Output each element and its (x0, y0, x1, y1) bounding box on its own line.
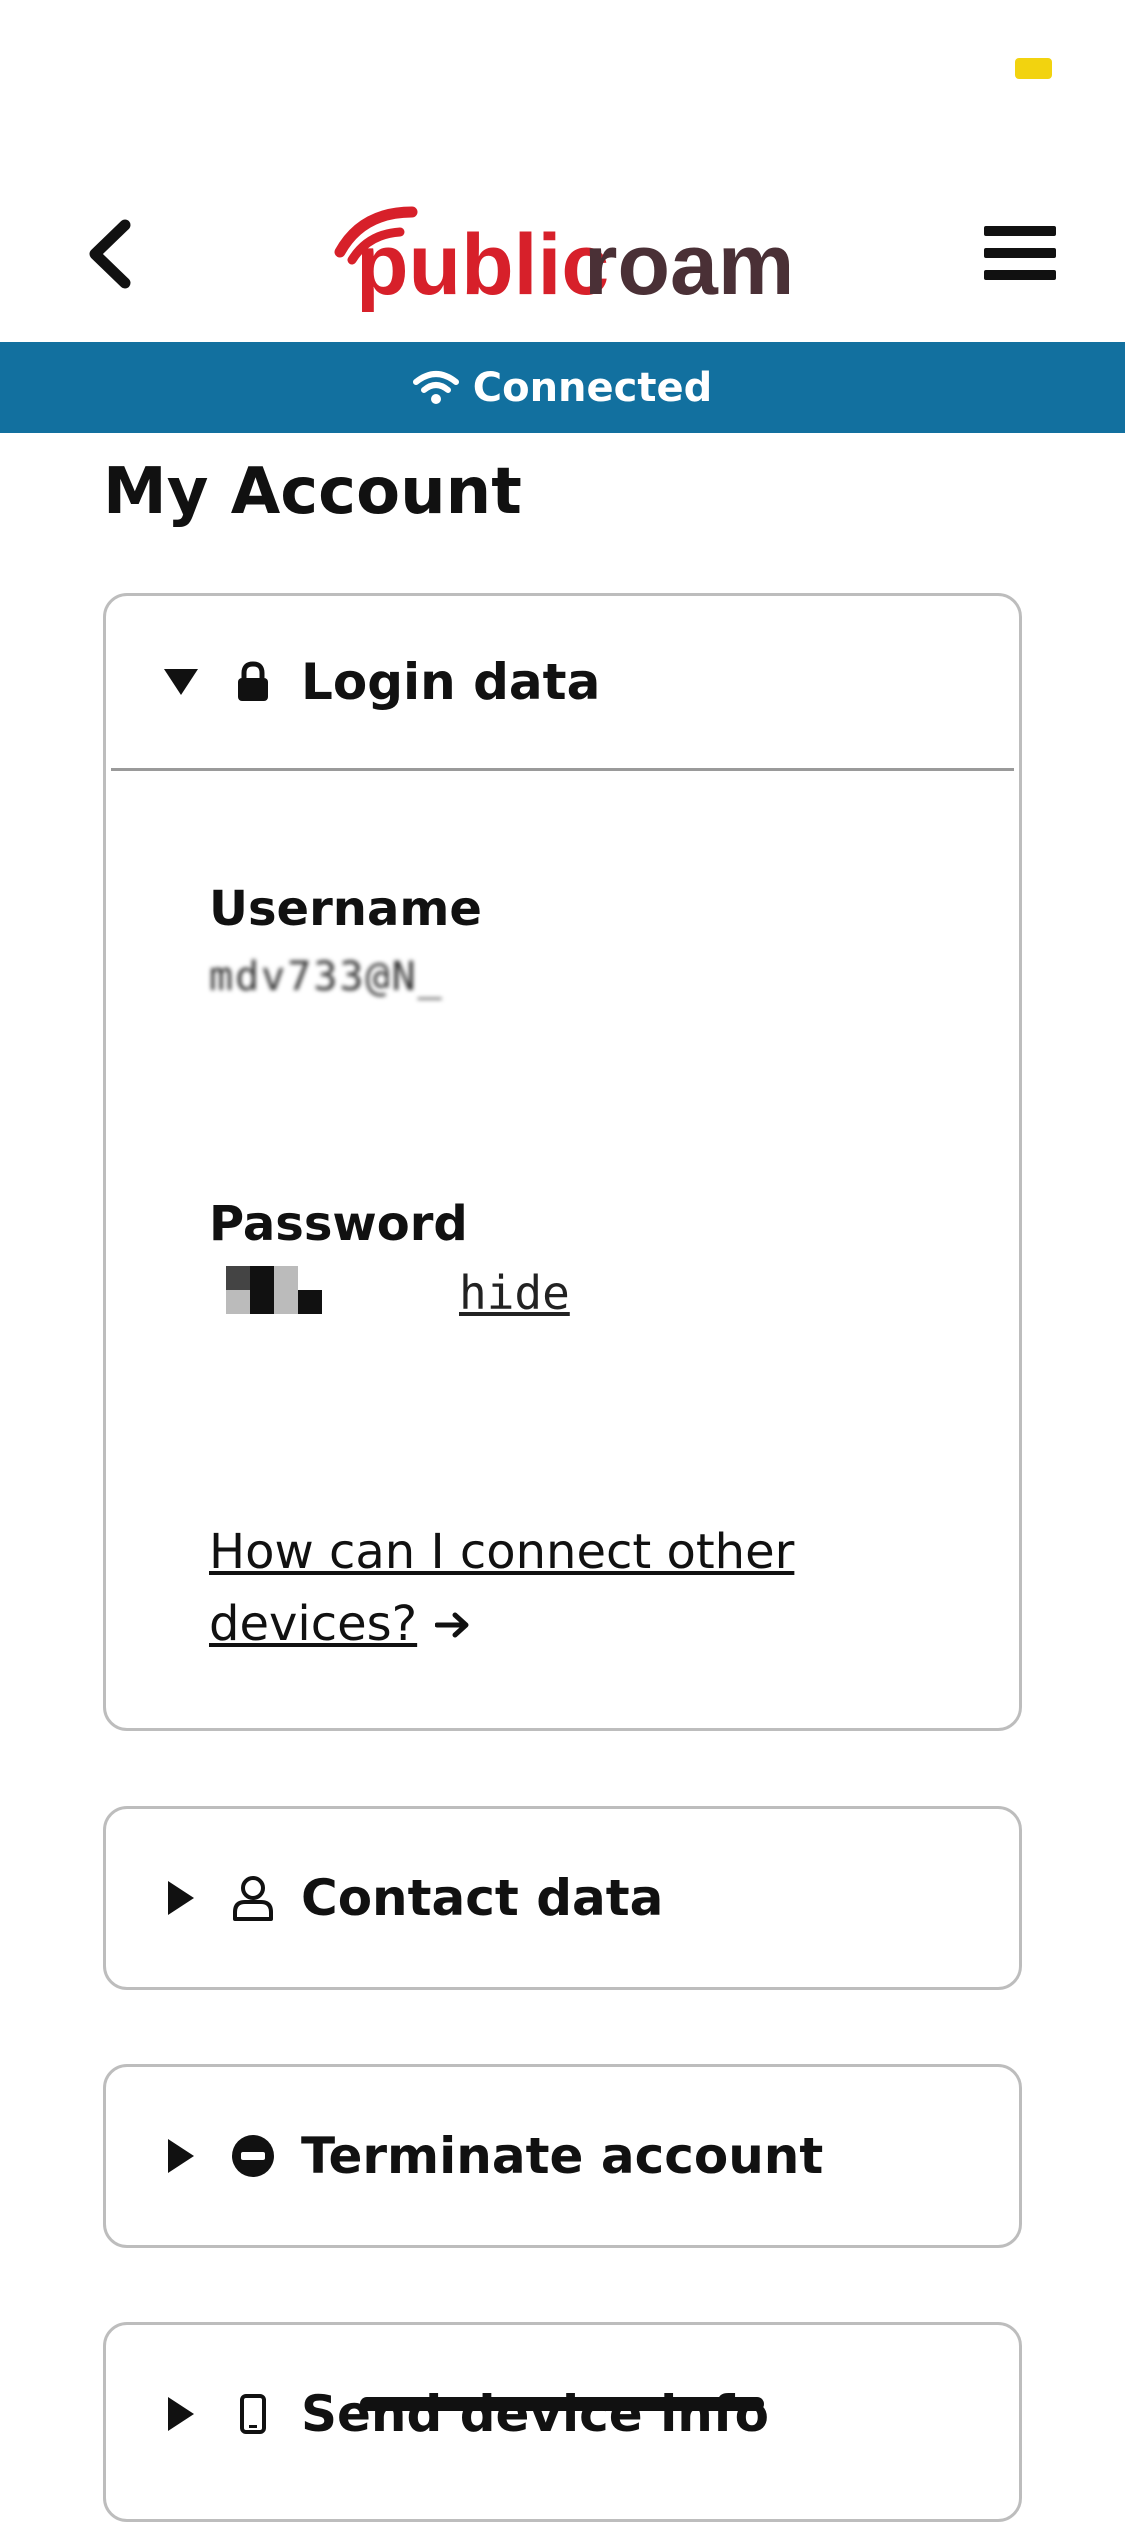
minus-circle-icon (231, 2134, 275, 2178)
password-label: Password (209, 1196, 468, 1252)
contact-data-title: Contact data (301, 1869, 664, 1927)
send-device-info-card[interactable]: Send device info (103, 2322, 1022, 2522)
chevron-left-icon (89, 219, 131, 289)
caret-right-icon (161, 2139, 201, 2173)
lock-icon (231, 661, 275, 703)
terminate-account-card[interactable]: Terminate account (103, 2064, 1022, 2248)
menu-line (984, 226, 1056, 236)
top-navigation-bar: public roam (0, 150, 1125, 342)
user-icon (231, 1874, 275, 1922)
password-value-masked-row2 (226, 1290, 322, 1314)
back-button[interactable] (70, 214, 150, 294)
connect-devices-help-text: How can I connect other devices? (209, 1524, 795, 1652)
connection-status-bar: Connected (0, 342, 1125, 433)
contact-data-header[interactable]: Contact data (106, 1809, 1019, 1987)
caret-right-icon (161, 1881, 201, 1915)
brand-public: public (356, 217, 609, 313)
hamburger-menu-button[interactable] (980, 218, 1060, 288)
mobile-phone-icon (231, 2394, 275, 2434)
hide-password-link[interactable]: hide (459, 1266, 570, 1320)
username-label: Username (209, 881, 482, 937)
send-device-info-title: Send device info (301, 2385, 769, 2443)
publicroam-logo: public roam (322, 190, 802, 320)
caret-right-icon (161, 2397, 201, 2431)
connect-devices-help-link[interactable]: How can I connect other devices? (209, 1516, 849, 1660)
login-data-title: Login data (301, 653, 601, 711)
arrow-right-icon (434, 1588, 471, 1660)
brand-roam: roam (584, 217, 794, 313)
menu-line (984, 270, 1056, 280)
send-device-info-header[interactable]: Send device info (106, 2325, 1019, 2503)
login-data-header[interactable]: Login data (111, 596, 1014, 771)
home-indicator[interactable] (360, 2397, 764, 2411)
status-indicator (1015, 58, 1052, 79)
menu-line (984, 248, 1056, 258)
connection-status-label: Connected (472, 364, 713, 411)
contact-data-card[interactable]: Contact data (103, 1806, 1022, 1990)
page-title: My Account (103, 455, 522, 529)
password-value-masked (226, 1266, 322, 1290)
wifi-icon (412, 370, 459, 404)
caret-down-icon (161, 667, 201, 697)
terminate-account-title: Terminate account (301, 2127, 824, 2185)
login-data-card: Login data Username mdv733@N_ Password h… (103, 593, 1022, 1731)
username-value: mdv733@N_ (209, 954, 444, 1000)
terminate-account-header[interactable]: Terminate account (106, 2067, 1019, 2245)
